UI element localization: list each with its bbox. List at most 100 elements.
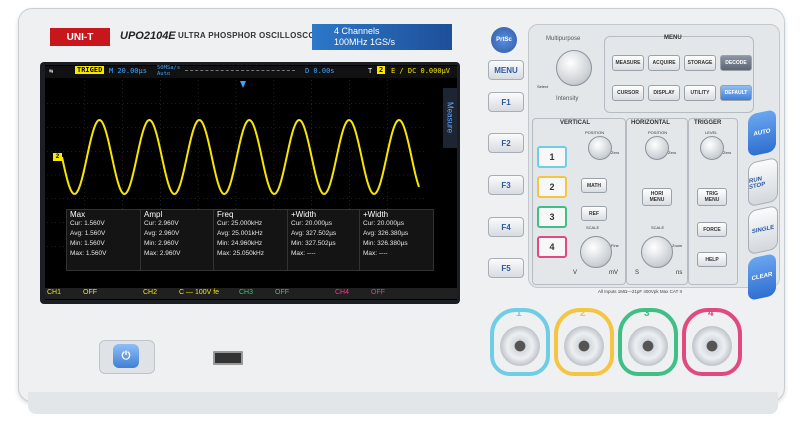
measurement-min: Min: 327.502µs <box>291 240 336 247</box>
force-button[interactable]: FORCE <box>697 222 727 237</box>
spec-banner: 4 Channels 100MHz 1GS/s <box>312 24 452 50</box>
f4-button[interactable]: F4 <box>488 217 524 237</box>
menu-toggle-button[interactable]: MENU <box>488 60 524 80</box>
trigger-level-label: LEVEL <box>705 130 718 135</box>
measurement-box: +Width Cur: 20.000µs Avg: 327.502µs Min: 32… <box>287 209 362 271</box>
measurement-max: Max: ---- <box>363 250 388 257</box>
f3-button[interactable]: F3 <box>488 175 524 195</box>
horizontal-position-label: POSITION <box>648 130 668 135</box>
menu-section-title: MENU <box>664 35 682 41</box>
power-button[interactable]: ⏻ <box>113 344 139 368</box>
vertical-position-knob[interactable] <box>588 136 612 160</box>
horizontal-scale-label: SCALE <box>651 225 665 230</box>
channel-4-input-label: 4 <box>708 308 714 319</box>
select-label: Select <box>537 84 549 89</box>
side-menu-title: Measure <box>443 88 457 148</box>
status-bar: ⇆ TRIGED M 20.00µs 50MSa/s Auto D 0.00s … <box>45 65 457 78</box>
vertical-scale-label: SCALE <box>586 225 600 230</box>
acquire-mode: Auto <box>157 71 171 77</box>
f2-button[interactable]: F2 <box>488 133 524 153</box>
single-button[interactable]: SINGLE <box>748 204 778 256</box>
vertical-title: VERTICAL <box>560 120 590 126</box>
channel-3-bnc-connector[interactable] <box>628 326 668 366</box>
channel-2-bnc-connector[interactable] <box>564 326 604 366</box>
menu-button-measure[interactable]: MEASURE <box>612 55 644 71</box>
channel-1-button[interactable]: 1 <box>537 146 567 168</box>
f5-button[interactable]: F5 <box>488 258 524 278</box>
measurement-max: Max: 1.560V <box>70 250 107 257</box>
menu-button-storage[interactable]: STORAGE <box>684 55 716 71</box>
seconds-label: S <box>635 270 640 276</box>
channel-3-button[interactable]: 3 <box>537 206 567 228</box>
channel-4-button[interactable]: 4 <box>537 236 567 258</box>
trig-menu-button[interactable]: TRIG MENU <box>697 188 727 206</box>
measurement-min: Min: 2.960V <box>144 240 179 247</box>
menu-button-utility[interactable]: UTILITY <box>684 85 716 101</box>
measurement-max: Max: 25.050kHz <box>217 250 264 257</box>
menu-button-acquire[interactable]: ACQUIRE <box>648 55 680 71</box>
multipurpose-knob[interactable] <box>556 50 592 86</box>
measurement-cur: Cur: 2.960V <box>144 220 179 227</box>
channel-1-input-label: 1 <box>516 308 522 319</box>
channel-2-button[interactable]: 2 <box>537 176 567 198</box>
timebase: M 20.00µs <box>109 67 147 75</box>
ch2-waveform <box>61 118 420 196</box>
measurement-title: Max <box>70 210 86 219</box>
channel-bar-name: CH2 <box>143 289 158 296</box>
memory-track <box>185 70 295 71</box>
oscilloscope-base <box>28 392 778 414</box>
trigger-channel: 2 <box>377 66 386 74</box>
measurement-cur: Cur: 25.000kHz <box>217 220 263 227</box>
vertical-position-label: POSITION <box>585 130 605 135</box>
ch2-offset-marker: 2 <box>53 153 62 161</box>
trigger-zero-label: Zero <box>723 150 732 155</box>
vertical-zero-label: Zero <box>611 150 620 155</box>
nanoseconds-label: ns <box>676 270 683 276</box>
multipurpose-label: Multipurpose <box>546 36 581 42</box>
channel-bar-name: CH1 <box>47 289 62 296</box>
channel-bar-state: OFF <box>275 289 289 296</box>
volts-label: V <box>573 270 578 276</box>
menu-button-display[interactable]: DISPLAY <box>648 85 680 101</box>
auto-button[interactable]: AUTO <box>748 109 776 157</box>
run-stop-button[interactable]: RUN STOP <box>748 156 778 208</box>
trigger-state: TRIGED <box>75 66 105 74</box>
f1-button[interactable]: F1 <box>488 92 524 112</box>
menu-button-default[interactable]: DEFAULT <box>720 85 752 101</box>
vertical-section <box>532 118 626 285</box>
trigger-label: T <box>368 67 373 75</box>
channel-4-bnc-connector[interactable] <box>692 326 732 366</box>
menu-button-cursor[interactable]: CURSOR <box>612 85 644 101</box>
usb-port[interactable] <box>213 351 243 365</box>
measurement-cur: Cur: 20.000µs <box>363 220 404 227</box>
hori-menu-button[interactable]: HORI MENU <box>642 188 672 206</box>
channel-1-bnc-connector[interactable] <box>500 326 540 366</box>
brand-logo: UNI-T <box>50 28 110 46</box>
menu-section <box>604 36 754 113</box>
menu-button-decode[interactable]: DECODE <box>720 55 752 71</box>
math-button[interactable]: MATH <box>581 178 607 193</box>
measurement-max: Max: ---- <box>291 250 316 257</box>
measurement-title: +Width <box>363 210 389 219</box>
help-button[interactable]: HELP <box>697 252 727 267</box>
print-screen-button[interactable]: PrtSc <box>491 27 517 53</box>
trigger-info: E / DC 0.000µV <box>391 67 451 75</box>
horizontal-zoom-label: Zoom <box>672 243 683 248</box>
trigger-level-knob[interactable] <box>700 136 724 160</box>
horizontal-scale-knob[interactable] <box>641 236 673 268</box>
measurement-avg: Avg: 25.001kHz <box>217 230 263 237</box>
horizontal-zero-label: Zero <box>668 150 677 155</box>
measurement-cur: Cur: 20.000µs <box>291 220 332 227</box>
clear-button[interactable]: CLEAR <box>748 253 776 301</box>
measurement-title: +Width <box>291 210 317 219</box>
horizontal-position-knob[interactable] <box>645 136 669 160</box>
measurement-box: Freq Cur: 25.000kHz Avg: 25.001kHz Min: 24.… <box>213 209 288 271</box>
channel-bar-name: CH3 <box>239 289 254 296</box>
channel-count: 4 Channels <box>334 26 380 36</box>
measurement-min: Min: 1.560V <box>70 240 105 247</box>
vertical-scale-knob[interactable] <box>580 236 612 268</box>
channel-2-input-label: 2 <box>580 308 586 319</box>
channel-bar-state: C — 100V fe <box>179 289 220 296</box>
ref-button[interactable]: REF <box>581 206 607 221</box>
measurement-cur: Cur: 1.560V <box>70 220 105 227</box>
